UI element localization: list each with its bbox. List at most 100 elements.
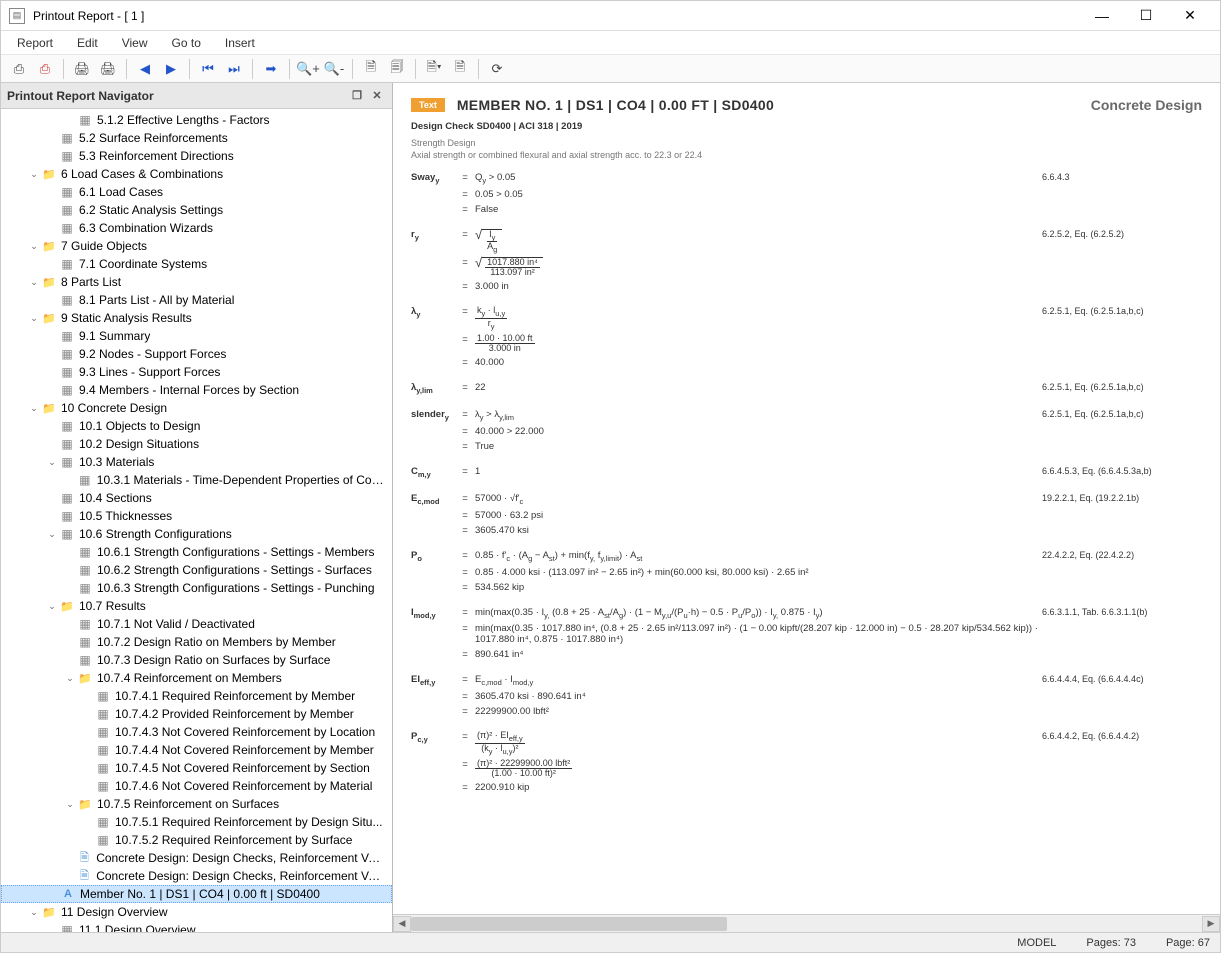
menu-edit[interactable]: Edit [67,34,108,52]
tree-item[interactable]: ⌄6 Load Cases & Combinations [1,165,392,183]
chevron-down-icon[interactable]: ⌄ [27,241,41,252]
tree-item[interactable]: 10.7.4.6 Not Covered Reinforcement by Ma… [1,777,392,795]
zoom-in-icon[interactable]: 🔍+ [296,57,320,81]
grid-icon [59,382,75,398]
close-button[interactable]: ✕ [1168,2,1212,30]
tree-item[interactable]: 10.7.3 Design Ratio on Surfaces by Surfa… [1,651,392,669]
tree-item[interactable]: ⌄10.3 Materials [1,453,392,471]
close-panel-icon[interactable]: ✕ [368,87,386,105]
tree-item[interactable]: 5.1.2 Effective Lengths - Factors [1,111,392,129]
printer-icon[interactable]: 🖨 [70,57,94,81]
tree-item[interactable]: ⌄10.6 Strength Configurations [1,525,392,543]
printer2-icon[interactable]: 🖨 [96,57,120,81]
tree-item[interactable]: ⌄10.7.4 Reinforcement on Members [1,669,392,687]
chevron-down-icon[interactable]: ⌄ [27,313,41,324]
tree-item[interactable]: 10.3.1 Materials - Time-Dependent Proper… [1,471,392,489]
chevron-down-icon[interactable]: ⌄ [27,907,41,918]
navigator-tree[interactable]: 5.1.2 Effective Lengths - Factors5.2 Sur… [1,109,392,932]
tree-item[interactable]: 10.5 Thicknesses [1,507,392,525]
nav-last-icon[interactable]: ⏭ [222,57,246,81]
tree-item[interactable]: 10.7.4.4 Not Covered Reinforcement by Me… [1,741,392,759]
scroll-thumb[interactable] [411,917,727,931]
horizontal-scrollbar[interactable]: ◀ ▶ [393,914,1220,932]
tree-item[interactable]: Concrete Design: Design Checks, Reinforc… [1,849,392,867]
dock-icon[interactable]: ❐ [348,87,366,105]
tree-item[interactable]: 10.6.1 Strength Configurations - Setting… [1,543,392,561]
tree-item[interactable]: ⌄10.7 Results [1,597,392,615]
tree-item[interactable]: 9.3 Lines - Support Forces [1,363,392,381]
tree-item[interactable]: 10.6.3 Strength Configurations - Setting… [1,579,392,597]
refresh-icon[interactable]: ⟳ [485,57,509,81]
nav-first-icon[interactable]: ⏮ [196,57,220,81]
menu-view[interactable]: View [112,34,158,52]
tree-item[interactable]: ⌄10.7.5 Reinforcement on Surfaces [1,795,392,813]
scroll-right-icon[interactable]: ▶ [1202,916,1220,932]
tree-item-label: 9.1 Summary [79,329,150,343]
tree-item-label: 10.7.1 Not Valid / Deactivated [97,617,255,631]
maximize-button[interactable]: ☐ [1124,2,1168,30]
tree-item[interactable]: 10.7.4.1 Required Reinforcement by Membe… [1,687,392,705]
calc-ref: 6.6.4.4.4, Eq. (6.6.4.4.4c) [1042,674,1202,684]
tree-item[interactable]: 10.7.5.1 Required Reinforcement by Desig… [1,813,392,831]
chevron-down-icon[interactable]: ⌄ [63,673,77,684]
tree-item[interactable]: 11.1 Design Overview [1,921,392,932]
status-page: Page: 67 [1166,937,1210,949]
tree-item[interactable]: ⌄7 Guide Objects [1,237,392,255]
menu-insert[interactable]: Insert [215,34,265,52]
window-title: Printout Report - [ 1 ] [33,9,1080,23]
tree-item[interactable]: 10.2 Design Situations [1,435,392,453]
tree-item[interactable]: 9.2 Nodes - Support Forces [1,345,392,363]
chevron-down-icon[interactable]: ⌄ [45,529,59,540]
calc-rhs: True [475,441,1042,452]
tree-item[interactable]: ⌄10 Concrete Design [1,399,392,417]
chevron-down-icon[interactable]: ⌄ [27,277,41,288]
chevron-down-icon[interactable]: ⌄ [63,799,77,810]
tree-item[interactable]: 9.1 Summary [1,327,392,345]
tree-item[interactable]: 6.1 Load Cases [1,183,392,201]
calc-rhs: 1 [475,466,1042,477]
tree-item[interactable]: ⌄11 Design Overview [1,903,392,921]
menu-goto[interactable]: Go to [162,34,211,52]
calc-row: =3605.470 ksi · 890.641 in⁴. [411,691,1202,702]
print-icon[interactable]: ⎙ [7,57,31,81]
tree-item[interactable]: 10.7.4.2 Provided Reinforcement by Membe… [1,705,392,723]
tree-item[interactable]: 8.1 Parts List - All by Material [1,291,392,309]
nav-prev-icon[interactable]: ◀ [133,57,157,81]
tree-item[interactable]: Member No. 1 | DS1 | CO4 | 0.00 ft | SD0… [1,885,392,903]
chevron-down-icon[interactable]: ⌄ [45,457,59,468]
chevron-down-icon[interactable]: ⌄ [27,403,41,414]
tree-item[interactable]: 10.7.1 Not Valid / Deactivated [1,615,392,633]
print-cancel-icon[interactable]: ⎙ [33,57,57,81]
tree-item[interactable]: 6.2 Static Analysis Settings [1,201,392,219]
tree-item[interactable]: 10.6.2 Strength Configurations - Setting… [1,561,392,579]
goto-icon[interactable]: ➡ [259,57,283,81]
chevron-down-icon[interactable]: ⌄ [27,169,41,180]
menu-report[interactable]: Report [7,34,63,52]
tree-item[interactable]: 6.3 Combination Wizards [1,219,392,237]
zoom-out-icon[interactable]: 🔍- [322,57,346,81]
page-dropdown-icon[interactable]: 🗎▾ [422,57,446,81]
doc-icon[interactable]: 🗎 [448,57,472,81]
scroll-left-icon[interactable]: ◀ [393,916,411,932]
tree-item[interactable]: 5.2 Surface Reinforcements [1,129,392,147]
tree-item[interactable]: 5.3 Reinforcement Directions [1,147,392,165]
tree-item[interactable]: 10.7.5.2 Required Reinforcement by Surfa… [1,831,392,849]
calculation-block: Swayy=Qy > 0.056.6.4.3=0.05 > 0.05.=Fals… [411,172,1202,793]
tree-item[interactable]: ⌄8 Parts List [1,273,392,291]
tree-item[interactable]: 10.4 Sections [1,489,392,507]
tree-item[interactable]: Concrete Design: Design Checks, Reinforc… [1,867,392,885]
tree-item[interactable]: 10.7.2 Design Ratio on Members by Member [1,633,392,651]
tree-item[interactable]: 10.7.4.3 Not Covered Reinforcement by Lo… [1,723,392,741]
chevron-down-icon[interactable]: ⌄ [45,601,59,612]
tree-item[interactable]: 10.1 Objects to Design [1,417,392,435]
pages-icon[interactable]: 🗐 [385,57,409,81]
tree-item[interactable]: 7.1 Coordinate Systems [1,255,392,273]
tree-item-label: 10.7.4.1 Required Reinforcement by Membe… [115,689,355,703]
page-icon[interactable]: 🗎 [359,57,383,81]
nav-next-icon[interactable]: ▶ [159,57,183,81]
tree-item[interactable]: 10.7.4.5 Not Covered Reinforcement by Se… [1,759,392,777]
minimize-button[interactable]: — [1080,2,1124,30]
grid-icon [59,436,75,452]
tree-item[interactable]: 9.4 Members - Internal Forces by Section [1,381,392,399]
tree-item[interactable]: ⌄9 Static Analysis Results [1,309,392,327]
